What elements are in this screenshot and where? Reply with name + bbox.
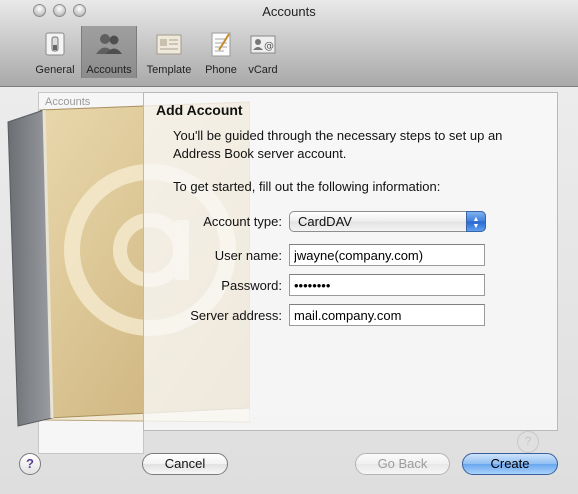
window-title: Accounts	[262, 4, 316, 19]
server-address-field[interactable]	[289, 304, 485, 326]
help-button[interactable]: ?	[19, 453, 41, 475]
toolbar-label-template: Template	[146, 64, 192, 76]
toolbar-item-accounts[interactable]: Accounts	[81, 26, 137, 78]
sheet-instruction: To get started, fill out the following i…	[173, 179, 441, 194]
sheet-title: Add Account	[156, 102, 243, 118]
toolbar-item-general[interactable]: General	[33, 26, 77, 78]
create-button[interactable]: Create	[462, 453, 558, 475]
add-account-sheet: Add Account You'll be guided through the…	[143, 92, 558, 431]
toolbar-item-vcard[interactable]: @ vCard	[244, 26, 282, 78]
password-field[interactable]	[289, 274, 485, 296]
account-type-value: CardDAV	[298, 214, 352, 229]
toolbar-label-vcard: vCard	[248, 64, 278, 76]
toolbar-label-accounts: Accounts	[86, 64, 132, 76]
template-card-icon	[156, 34, 182, 55]
window-toolbar: Accounts General Accounts Template Phone…	[0, 0, 578, 87]
account-type-select[interactable]: CardDAV ▲ ▼	[289, 211, 486, 232]
toolbar-label-phone: Phone	[205, 64, 237, 76]
password-label: Password:	[221, 278, 282, 293]
toolbar-label-general: General	[35, 64, 75, 76]
background-help-icon: ?	[517, 431, 539, 453]
account-type-label: Account type:	[203, 214, 282, 229]
general-switch-icon	[45, 32, 65, 56]
server-address-label: Server address:	[190, 308, 282, 323]
user-name-label: User name:	[214, 248, 282, 263]
svg-text:@: @	[264, 41, 274, 52]
sheet-description: You'll be guided through the necessary s…	[173, 128, 503, 161]
accounts-people-icon	[96, 34, 122, 54]
popup-arrows-icon: ▲ ▼	[466, 211, 486, 232]
toolbar-item-template[interactable]: Template	[141, 26, 197, 78]
user-name-field[interactable]	[289, 244, 485, 266]
toolbar-item-phone[interactable]: Phone	[200, 26, 242, 78]
cancel-button[interactable]: Cancel	[142, 453, 228, 475]
vcard-icon: @	[250, 35, 276, 54]
phone-notepad-icon	[211, 32, 231, 57]
go-back-button[interactable]: Go Back	[355, 453, 450, 475]
